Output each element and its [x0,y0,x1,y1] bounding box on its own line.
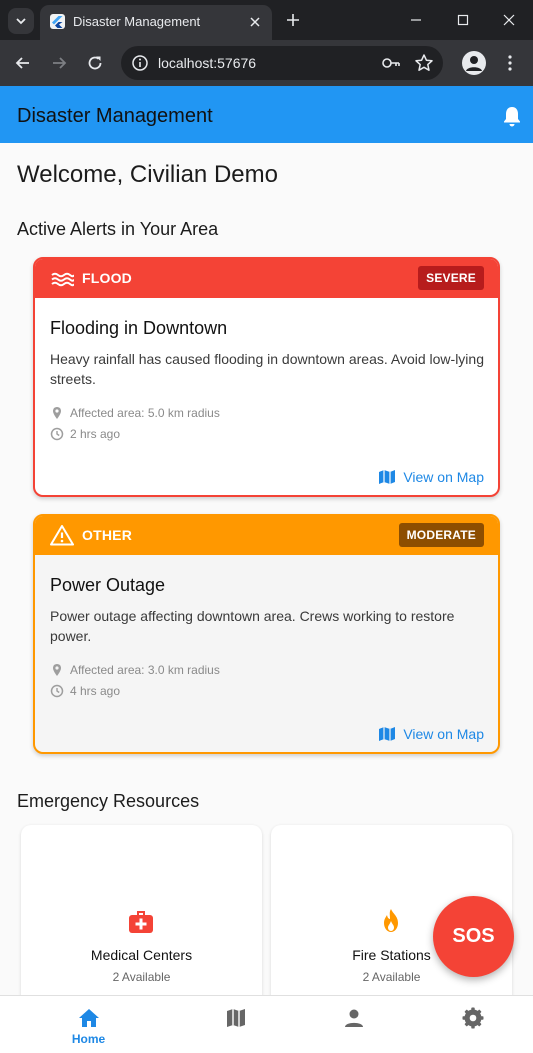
profile-avatar-icon[interactable] [462,51,486,75]
view-on-map-button[interactable]: View on Map [378,469,484,485]
nav-item-profile[interactable] [287,996,420,1053]
alert-header: OTHER MODERATE [35,516,498,555]
map-icon [379,470,396,484]
close-tab-icon[interactable] [246,13,264,31]
alert-description: Heavy rainfall has caused flooding in do… [50,351,484,387]
more-menu-icon[interactable] [500,51,520,75]
alert-description: Power outage affecting downtown area. Cr… [50,608,455,644]
tab-strip: Disaster Management [0,0,533,40]
alert-title: Flooding in Downtown [50,318,228,338]
resources-section-title: Emergency Resources [17,791,200,811]
clock-icon [50,427,64,441]
alert-card[interactable]: OTHER MODERATE Power Outage Power outage… [33,514,500,754]
severity-badge: SEVERE [418,266,484,290]
waves-icon [51,272,74,287]
time-ago-text: 2 hrs ago [70,427,121,441]
alert-card[interactable]: FLOOD SEVERE Flooding in Downtown Heavy … [33,257,500,497]
sos-button[interactable]: SOS [433,896,514,977]
bookmark-star-icon[interactable] [414,53,434,73]
map-icon [379,727,396,741]
reload-icon[interactable] [83,51,107,75]
map-icon [227,1009,245,1027]
fire-icon [384,909,398,932]
view-on-map-label: View on Map [403,469,484,485]
clock-icon [50,684,64,698]
affected-area-row: Affected area: 5.0 km radius [50,405,220,421]
forward-arrow-icon[interactable] [47,51,71,75]
medical-kit-icon [129,911,153,933]
alert-type-label: FLOOD [82,270,132,286]
browser-tab[interactable]: Disaster Management [40,5,272,40]
location-pin-icon [53,664,61,676]
alert-title: Power Outage [50,575,166,595]
new-tab-icon[interactable] [282,9,304,31]
affected-area-row: Affected area: 3.0 km radius [50,662,220,678]
location-pin-icon [53,407,61,419]
flutter-favicon-icon [50,14,65,29]
view-on-map-label: View on Map [403,726,484,742]
app-viewport: Disaster Management Welcome, Civilian De… [0,86,533,1053]
chevron-down-icon [16,18,26,25]
resource-card-medical[interactable]: Medical Centers 2 Available [21,825,262,1015]
time-row: 2 hrs ago [50,426,120,442]
resource-count: 2 Available [112,970,171,984]
affected-area-text: Affected area: 5.0 km radius [70,406,220,420]
time-ago-text: 4 hrs ago [70,684,121,698]
nav-item-map[interactable] [169,996,302,1053]
affected-area-text: Affected area: 3.0 km radius [70,663,220,677]
home-icon [79,1009,99,1027]
alerts-section-title: Active Alerts in Your Area [17,219,219,239]
browser-toolbar: localhost:57676 [0,40,533,86]
alert-header: FLOOD SEVERE [35,259,498,298]
url-text[interactable]: localhost:57676 [158,55,256,71]
tab-search-button[interactable] [8,8,34,34]
nav-label-home: Home [71,1032,106,1046]
key-icon[interactable] [381,54,401,72]
maximize-icon[interactable] [452,9,474,31]
warning-triangle-icon [50,525,74,546]
time-row: 4 hrs ago [50,683,120,699]
site-info-icon[interactable] [131,54,149,72]
person-icon [345,1009,363,1027]
severity-badge: MODERATE [398,523,484,547]
app-title: Disaster Management [17,105,213,127]
alert-type-label: OTHER [82,527,132,543]
address-bar[interactable]: localhost:57676 [121,46,443,80]
gear-icon [462,1007,484,1029]
welcome-heading: Welcome, Civilian Demo [17,161,278,188]
nav-item-home[interactable]: Home [22,996,155,1053]
back-arrow-icon[interactable] [11,51,35,75]
close-window-icon[interactable] [498,9,520,31]
app-bar: Disaster Management [0,86,533,143]
resource-title: Medical Centers [90,947,193,963]
tab-title: Disaster Management [73,14,201,29]
view-on-map-button[interactable]: View on Map [378,726,484,742]
bell-icon[interactable] [501,105,523,127]
browser-window: Disaster Management localhost:57676 Disa… [0,0,533,1053]
nav-item-settings[interactable] [406,996,533,1053]
minimize-icon[interactable] [405,9,427,31]
bottom-navigation: Home [0,995,533,1053]
